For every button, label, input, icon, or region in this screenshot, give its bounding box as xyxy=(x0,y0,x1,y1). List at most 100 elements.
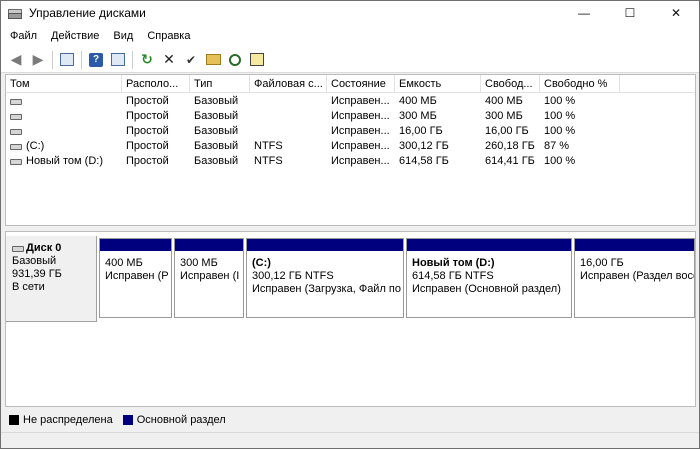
disk-type: Базовый xyxy=(12,255,57,267)
table-cell: 400 МБ xyxy=(399,95,437,107)
volume-name: Новый том (D:) xyxy=(26,155,103,167)
menu-file[interactable]: Файл xyxy=(1,25,44,47)
table-row[interactable]: Простой Базовый Исправен... 300 МБ 300 М… xyxy=(6,109,695,124)
table-cell xyxy=(250,124,327,139)
partition-status: Исправен (І xyxy=(180,270,240,282)
legend-swatch-black xyxy=(9,415,19,425)
table-cell: Исправен... xyxy=(331,110,390,122)
table-cell xyxy=(250,94,327,109)
table-cell: 400 МБ xyxy=(485,95,523,107)
column-header-type[interactable]: Тип xyxy=(190,75,250,93)
table-cell: Базовый xyxy=(194,155,239,167)
partition-d-drive[interactable]: Новый том (D:) 614,58 ГБ NTFS Исправен (… xyxy=(406,238,572,318)
primary-partition-bar xyxy=(407,239,571,251)
primary-partition-bar xyxy=(575,239,694,251)
disk-management-window: Управление дисками — ☐ ✕ Файл Действие В… xyxy=(0,0,700,449)
table-cell: 16,00 ГБ xyxy=(399,125,443,137)
search-icon[interactable] xyxy=(224,50,246,70)
disk-0-info[interactable]: Диск 0 Базовый 931,39 ГБ В сети xyxy=(6,236,97,322)
table-cell: 300 МБ xyxy=(485,110,523,122)
column-header-volume[interactable]: Том xyxy=(6,75,122,93)
disk-name: Диск 0 xyxy=(26,242,62,254)
table-cell: NTFS xyxy=(254,140,283,152)
table-cell: Исправен... xyxy=(331,155,390,167)
volume-list: Том Располо... Тип Файловая с... Состоян… xyxy=(5,74,696,226)
column-header-status[interactable]: Состояние xyxy=(327,75,395,93)
toolbar-separator xyxy=(81,50,82,69)
legend-label: Не распределена xyxy=(23,414,113,426)
partition-c-drive[interactable]: (C:) 300,12 ГБ NTFS Исправен (Загрузка, … xyxy=(246,238,404,318)
table-cell: Исправен... xyxy=(331,125,390,137)
table-row[interactable]: Простой Базовый Исправен... 16,00 ГБ 16,… xyxy=(6,124,695,139)
export-list-icon[interactable] xyxy=(107,50,129,70)
table-cell: 300 МБ xyxy=(399,110,437,122)
legend-label: Основной раздел xyxy=(136,414,226,426)
partition-title: Новый том (D:) xyxy=(412,257,495,269)
primary-partition-bar xyxy=(100,239,171,251)
open-folder-icon[interactable] xyxy=(202,50,224,70)
partition-recovery-16gb[interactable]: 16,00 ГБ Исправен (Раздел восс xyxy=(574,238,695,318)
partition-size: 300,12 ГБ NTFS xyxy=(252,270,334,282)
partition-efi-300mb[interactable]: 300 МБ Исправен (І xyxy=(174,238,244,318)
column-header-filesystem[interactable]: Файловая с... xyxy=(250,75,327,93)
menu-action[interactable]: Действие xyxy=(44,25,106,47)
table-cell: 100 % xyxy=(544,110,576,122)
table-row[interactable]: Новый том (D:) Простой Базовый NTFS Испр… xyxy=(6,154,695,169)
minimize-button[interactable]: — xyxy=(561,1,607,25)
disk-status: В сети xyxy=(12,281,45,293)
console-tree-icon[interactable] xyxy=(56,50,78,70)
toolbar-separator xyxy=(52,50,53,69)
disk-management-app-icon xyxy=(7,5,23,21)
table-row[interactable]: Простой Базовый Исправен... 400 МБ 400 М… xyxy=(6,94,695,109)
column-header-capacity[interactable]: Емкость xyxy=(395,75,481,93)
delete-icon[interactable]: ✕ xyxy=(158,50,180,70)
properties-icon[interactable] xyxy=(246,50,268,70)
check-icon[interactable]: ✔ xyxy=(180,50,202,70)
volume-icon xyxy=(10,99,22,105)
menu-view[interactable]: Вид xyxy=(106,25,140,47)
table-cell: 300,12 ГБ xyxy=(399,140,449,152)
table-cell: Простой xyxy=(126,125,169,137)
partition-size: 614,58 ГБ NTFS xyxy=(412,270,494,282)
forward-arrow-icon[interactable]: ▶ xyxy=(27,50,49,70)
volume-icon xyxy=(10,144,22,150)
table-cell: 16,00 ГБ xyxy=(485,125,529,137)
legend-unallocated: Не распределена xyxy=(5,414,113,426)
column-header-free-percent[interactable]: Свободно % xyxy=(540,75,620,93)
table-row[interactable]: (C:) Простой Базовый NTFS Исправен... 30… xyxy=(6,139,695,154)
table-cell: Исправен... xyxy=(331,95,390,107)
table-cell: Базовый xyxy=(194,140,239,152)
table-cell: Простой xyxy=(126,95,169,107)
toolbar-separator xyxy=(132,50,133,69)
column-header-free-space[interactable]: Свобод... xyxy=(481,75,540,93)
table-cell: Исправен... xyxy=(331,140,390,152)
menu-help[interactable]: Справка xyxy=(140,25,197,47)
partition-size: 16,00 ГБ xyxy=(580,257,624,269)
legend-swatch-navy xyxy=(122,415,133,425)
table-cell: 87 % xyxy=(544,140,570,152)
back-arrow-icon[interactable]: ◀ xyxy=(5,50,27,70)
table-cell: 100 % xyxy=(544,125,576,137)
primary-partition-bar xyxy=(175,239,243,251)
table-cell: Базовый xyxy=(194,110,239,122)
window-title: Управление дисками xyxy=(29,6,146,20)
toolbar: ◀ ▶ ? ↻ ✕ ✔ xyxy=(1,47,699,73)
table-cell: 100 % xyxy=(544,155,576,167)
table-cell: Базовый xyxy=(194,95,239,107)
partition-size: 300 МБ xyxy=(180,257,218,269)
refresh-icon[interactable]: ↻ xyxy=(136,50,158,70)
close-button[interactable]: ✕ xyxy=(653,1,699,25)
legend-primary-partition: Основной раздел xyxy=(119,414,226,426)
help-icon[interactable]: ? xyxy=(85,50,107,70)
table-cell: Простой xyxy=(126,155,169,167)
partition-recovery-400mb[interactable]: 400 МБ Исправен (Р xyxy=(99,238,172,318)
table-cell xyxy=(250,109,327,124)
volume-name: (C:) xyxy=(26,140,45,152)
partition-status: Исправен (Загрузка, Файл по xyxy=(252,283,401,295)
table-cell: 614,41 ГБ xyxy=(485,155,535,167)
volume-icon xyxy=(10,129,22,135)
column-header-layout[interactable]: Располо... xyxy=(122,75,190,93)
title-bar: Управление дисками — ☐ ✕ xyxy=(1,1,699,25)
maximize-button[interactable]: ☐ xyxy=(607,1,653,25)
partition-title: (C:) xyxy=(252,257,271,269)
